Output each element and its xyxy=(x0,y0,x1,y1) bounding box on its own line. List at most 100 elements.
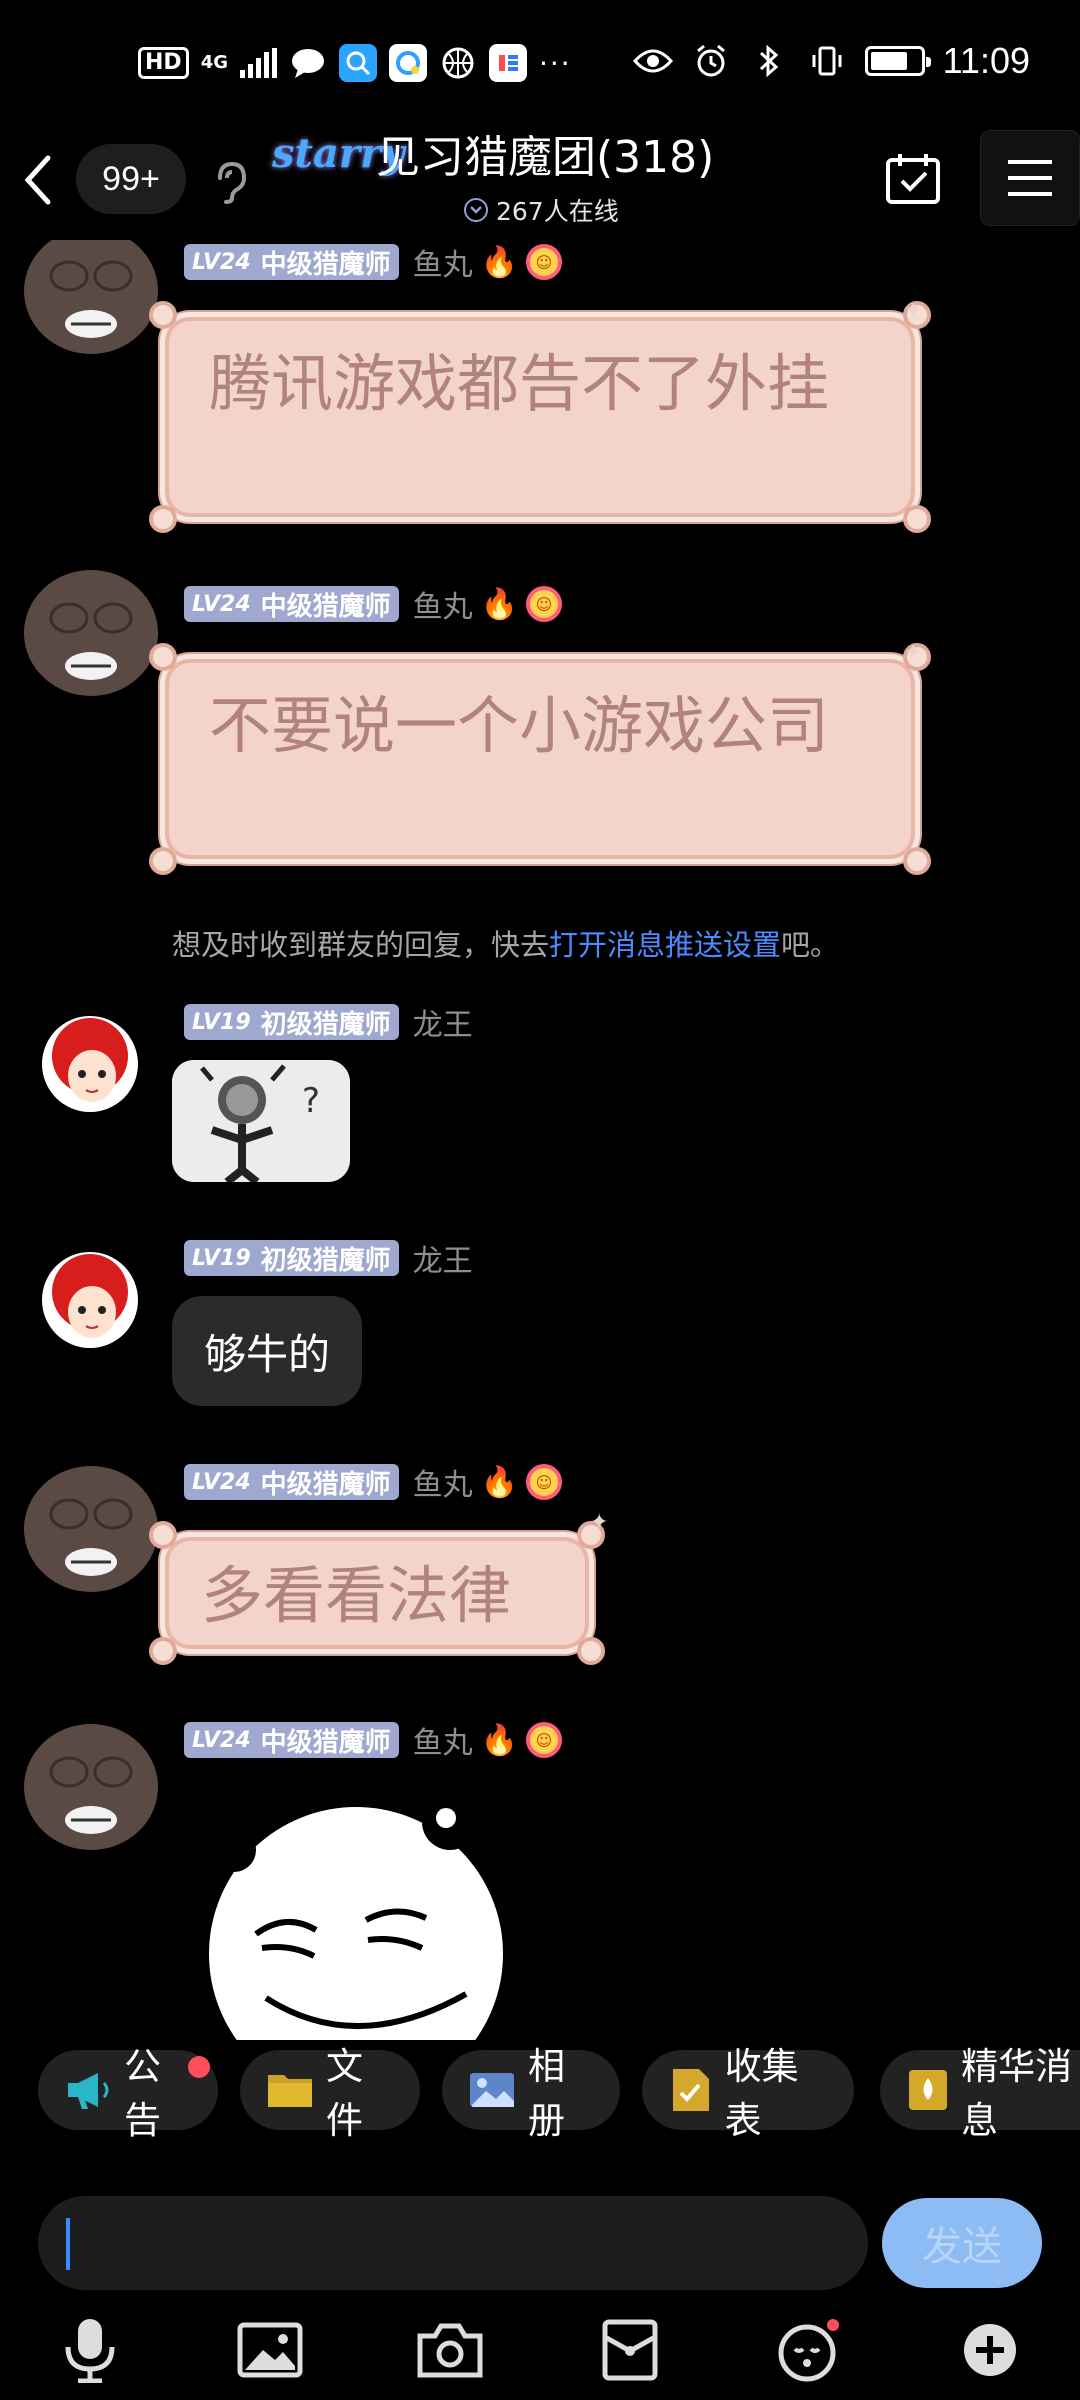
flower-badge-icon: ☺ xyxy=(526,586,563,622)
battery-icon xyxy=(864,46,931,76)
group-shortcut-bar: 公告 文件 相册 收集表 精华消息 xyxy=(0,2045,1080,2142)
avatar[interactable] xyxy=(24,570,158,696)
flame-icon: 🔥 xyxy=(480,1722,519,1758)
sparkle-icon: ✦ xyxy=(904,640,923,665)
nickname[interactable]: 龙王 xyxy=(413,1000,473,1044)
plus-icon xyxy=(964,2324,1016,2376)
push-settings-tip: 想及时收到群友的回复，快去打开消息推送设置吧。 xyxy=(172,928,840,962)
more-notifications: ··· xyxy=(539,46,572,80)
menu-button[interactable] xyxy=(980,130,1080,226)
message-text: 够牛的 xyxy=(204,1329,331,1379)
level-badge: LV24 中级猎魔师 xyxy=(184,1722,399,1758)
qq-icon xyxy=(339,44,377,82)
level-badge: LV24 中级猎魔师 xyxy=(184,244,399,280)
avatar[interactable] xyxy=(24,1724,158,1850)
image-icon xyxy=(237,2322,303,2378)
more-button[interactable] xyxy=(950,2310,1030,2390)
text-caret xyxy=(66,2218,70,2270)
shortcut-announcement[interactable]: 公告 xyxy=(38,2045,218,2142)
ear-icon[interactable] xyxy=(212,160,248,208)
shortcut-files[interactable]: 文件 xyxy=(240,2045,420,2142)
nickname[interactable]: 鱼丸 xyxy=(413,1460,473,1504)
nickname[interactable]: 鱼丸 xyxy=(413,582,473,626)
eye-icon xyxy=(632,41,673,81)
folder-icon xyxy=(266,2069,314,2111)
qq-browser-icon xyxy=(389,44,427,82)
flame-icon: 🔥 xyxy=(480,244,519,280)
message-meta: LV24 中级猎魔师 鱼丸 🔥 ☺ xyxy=(184,240,563,284)
online-status[interactable]: 267人在线 xyxy=(464,192,619,228)
level-badge: LV24 中级猎魔师 xyxy=(184,586,399,622)
shortcut-label: 收集表 xyxy=(724,2045,799,2142)
smiling-panda-sticker xyxy=(203,1794,509,2040)
shortcut-album[interactable]: 相册 xyxy=(442,2045,620,2142)
level-badge: LV19 初级猎魔师 xyxy=(184,1004,399,1040)
level-badge: LV24 中级猎魔师 xyxy=(184,1464,399,1500)
shortcut-essence[interactable]: 精华消息 xyxy=(880,2045,1080,2142)
sleepy-emoji-icon xyxy=(778,2319,839,2382)
basketball-icon xyxy=(439,44,477,82)
compose-bar: 发送 xyxy=(0,2190,1080,2290)
form-icon xyxy=(668,2069,713,2111)
shortcut-label: 文件 xyxy=(326,2045,363,2142)
compose-toolbar xyxy=(0,2300,1080,2400)
send-button[interactable]: 发送 xyxy=(882,2198,1042,2288)
message-meta: LV24 中级猎魔师 鱼丸 🔥 ☺ xyxy=(184,1460,563,1504)
shortcut-label: 公告 xyxy=(124,2045,161,2142)
back-button[interactable] xyxy=(12,150,62,210)
photo-album-icon xyxy=(468,2069,516,2111)
red-packet-button[interactable] xyxy=(590,2310,670,2390)
chevron-down-icon xyxy=(464,198,488,222)
hamburger-icon xyxy=(1008,160,1052,196)
calendar-check-icon xyxy=(886,154,940,204)
online-count: 267人在线 xyxy=(496,197,619,226)
flower-badge-icon: ☺ xyxy=(526,1464,563,1500)
nickname[interactable]: 鱼丸 xyxy=(413,240,473,284)
message-input[interactable] xyxy=(38,2196,868,2290)
camera-icon xyxy=(417,2323,483,2378)
message-meta: LV19 初级猎魔师 龙王 xyxy=(184,1000,473,1044)
message-bubble[interactable]: 够牛的 xyxy=(172,1296,363,1406)
avatar[interactable] xyxy=(24,1466,158,1592)
image-message[interactable]: ? xyxy=(172,1060,350,1182)
signal-icon xyxy=(240,48,277,78)
message-bubble[interactable]: 腾讯游戏都告不了外挂 xyxy=(149,301,931,533)
avatar[interactable] xyxy=(42,1016,138,1112)
emoji-button[interactable] xyxy=(770,2310,850,2390)
nickname[interactable]: 龙王 xyxy=(413,1236,473,1280)
unread-count-badge[interactable]: 99+ xyxy=(76,144,186,214)
open-push-settings-link[interactable]: 打开消息推送设置 xyxy=(549,928,781,962)
shortcut-form[interactable]: 收集表 xyxy=(642,2045,854,2142)
avatar[interactable] xyxy=(42,1252,138,1348)
clock: 11:09 xyxy=(942,40,1030,81)
sparkle-icon: ✦ xyxy=(590,1510,609,1535)
image-picker-button[interactable] xyxy=(230,2310,310,2390)
shortcut-label: 精华消息 xyxy=(961,2045,1073,2142)
nickname[interactable]: 鱼丸 xyxy=(413,1718,473,1762)
message-bubble[interactable]: 多看看法律 xyxy=(149,1521,605,1665)
question-stickman-image: ? xyxy=(172,1060,350,1182)
chevron-left-icon xyxy=(24,155,51,205)
essence-icon xyxy=(906,2069,949,2111)
svg-text:?: ? xyxy=(302,1081,320,1121)
camera-button[interactable] xyxy=(410,2310,490,2390)
flame-icon: 🔥 xyxy=(480,586,519,622)
avatar[interactable] xyxy=(24,240,158,354)
message-bubble[interactable]: 不要说一个小游戏公司 xyxy=(149,643,931,875)
message-text: 多看看法律 xyxy=(201,1559,512,1632)
message-text: 不要说一个小游戏公司 xyxy=(209,689,830,762)
shortcut-label: 相册 xyxy=(528,2045,565,2142)
sticker-message[interactable] xyxy=(196,1794,514,2040)
status-bar: HD 4G ··· 11:09 xyxy=(0,0,1080,130)
message-text: 腾讯游戏都告不了外挂 xyxy=(209,347,830,420)
check-in-button[interactable] xyxy=(884,150,942,208)
voice-button[interactable] xyxy=(50,2310,130,2390)
message-meta: LV24 中级猎魔师 鱼丸 🔥 ☺ xyxy=(184,1718,563,1762)
sparkle-icon: ✦ xyxy=(904,298,923,323)
group-title[interactable]: 见习猎魔团(318) xyxy=(376,130,714,186)
alarm-icon xyxy=(691,41,731,81)
flower-badge-icon: ☺ xyxy=(526,244,563,280)
flower-badge-icon: ☺ xyxy=(526,1722,563,1758)
message-list[interactable]: LV24 中级猎魔师 鱼丸 🔥 ☺ 腾讯游戏都告不了外挂 ✦ LV24 中级猎魔师 … xyxy=(0,240,1080,2040)
vibrate-icon xyxy=(807,41,847,81)
